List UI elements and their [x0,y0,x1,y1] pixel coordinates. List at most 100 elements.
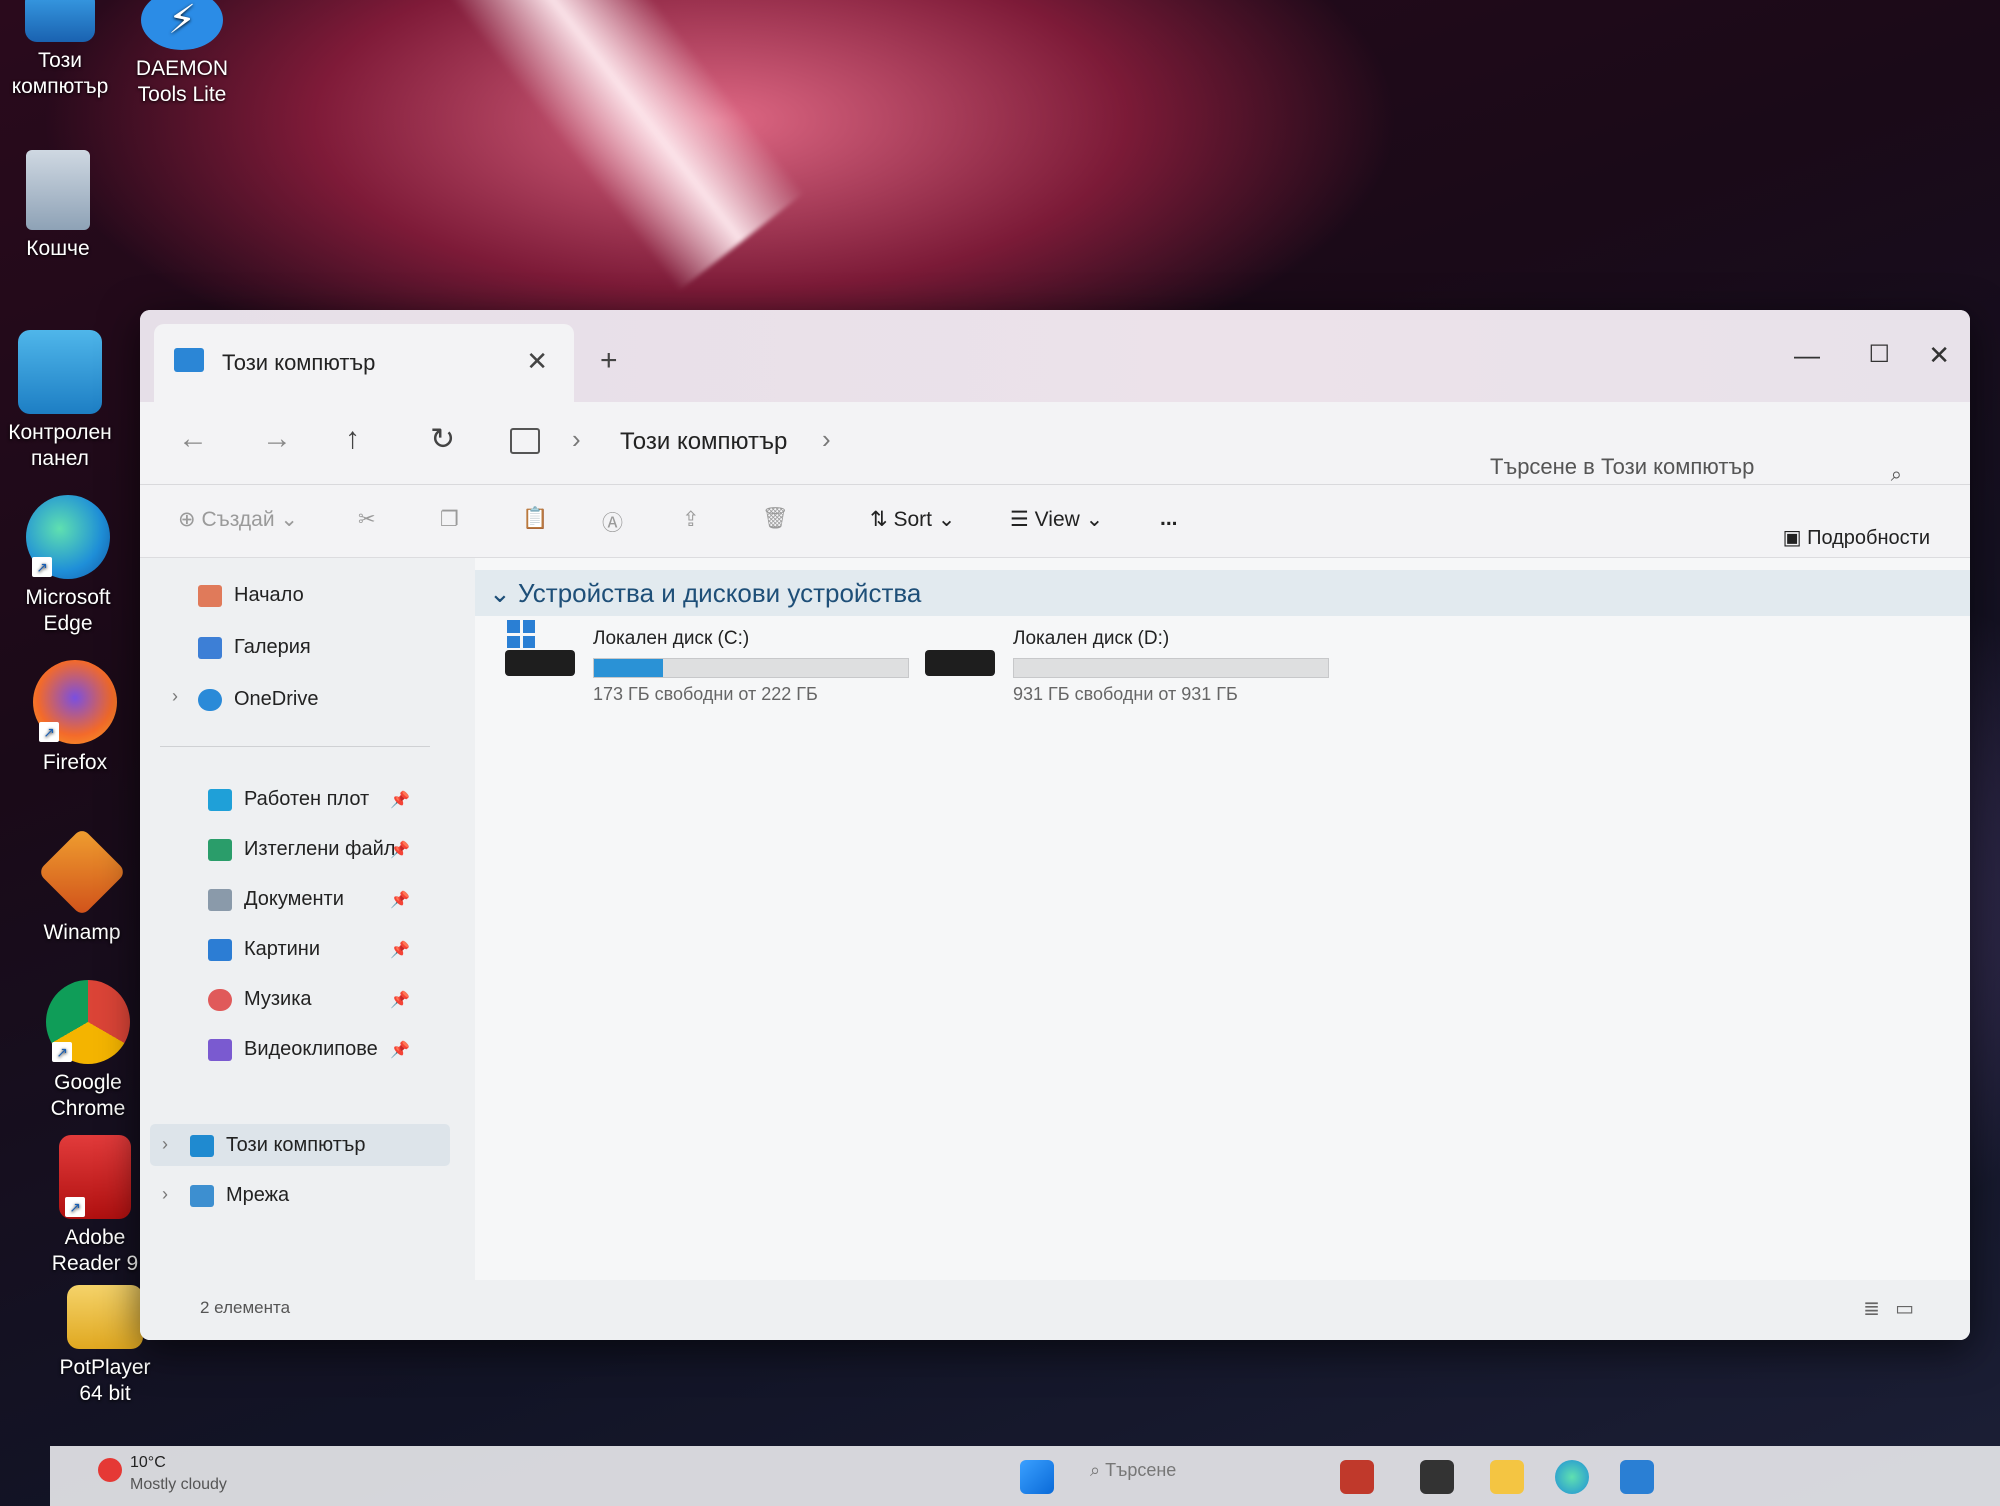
view-label: View [1034,508,1080,531]
desktop-icon-firefox[interactable]: ↗ Firefox [5,660,145,776]
document-icon [208,888,232,911]
shortcut-arrow-icon: ↗ [32,557,52,577]
more-options-button[interactable]: ... [1160,507,1178,531]
sidebar-item-onedrive[interactable]: OneDrive [198,682,318,716]
command-bar: ⊕ Създай ⌄ ✂ ❐ 📋 Ⓐ ⇪ 🗑 ⇅ Sort ⌄ ☰ View ⌄… [140,485,1970,558]
recycle-bin-icon [26,150,90,230]
sidebar-item-label: Видеоклипове [244,1038,378,1060]
pin-icon[interactable]: 📌 [390,990,410,1010]
monitor-icon[interactable] [510,428,540,454]
windows-logo-icon [507,620,535,648]
sort-button[interactable]: ⇅ Sort ⌄ [870,507,955,532]
lightning-icon: ⚡ [141,0,223,50]
weather-alert-icon[interactable] [98,1458,122,1482]
desktop-icon-edge[interactable]: ↗ Microsoft Edge [0,495,138,637]
chrome-icon: ↗ [46,980,130,1064]
taskbar-search[interactable]: ⌕ Търсене [1090,1460,1176,1481]
pin-icon[interactable]: 📌 [390,790,410,810]
file-explorer-icon[interactable] [1490,1460,1524,1494]
pin-icon[interactable]: 📌 [390,840,410,860]
tab-this-pc[interactable]: Този компютър ✕ [154,324,574,402]
breadcrumb-this-pc[interactable]: Този компютър [620,428,787,456]
cut-icon[interactable]: ✂ [358,507,376,532]
share-icon[interactable]: ⇪ [682,507,700,532]
desktop-icon-daemon-tools[interactable]: ⚡ DAEMON Tools Lite [112,0,252,108]
desktop-icon-control-panel[interactable]: Контролен панел [0,330,130,472]
desktop-icon-recycle-bin[interactable]: Кошче [0,150,128,262]
forward-arrow-icon[interactable]: → [262,422,292,456]
control-panel-icon [18,330,102,414]
item-count: 2 елемента [200,1298,291,1317]
store-icon[interactable] [1620,1460,1654,1494]
start-windows-icon[interactable] [1020,1460,1054,1494]
monitor-icon [190,1134,214,1157]
desktop-icon-label: Този компютър [11,49,109,98]
view-button[interactable]: ☰ View ⌄ [1010,507,1103,532]
video-icon [208,1038,232,1061]
group-header-devices[interactable]: ⌄ Устройства и дискови устройства [475,570,1970,616]
sidebar-item-documents[interactable]: Документи [208,882,344,916]
sidebar-divider [160,746,430,747]
maximize-icon[interactable]: ☐ [1868,340,1890,369]
pin-icon[interactable]: 📌 [390,890,410,910]
weather-temperature[interactable]: 10°C [130,1454,166,1472]
group-title: ⌄ Устройства и дискови устройства [489,578,922,608]
pin-icon[interactable]: 📌 [390,940,410,960]
hard-drive-icon [925,650,995,676]
list-view-icon[interactable]: ≣ [1863,1296,1880,1321]
close-window-icon[interactable]: ✕ [1928,340,1950,371]
status-bar: 2 елемента ≣ ▭ [140,1280,1970,1340]
sidebar-item-downloads[interactable]: Изтеглени файл [208,832,395,866]
new-button[interactable]: ⊕ Създай ⌄ [178,507,298,532]
sidebar-item-gallery[interactable]: Галерия [198,630,311,664]
desktop-icon-this-pc[interactable]: Този компютър [0,0,130,100]
drive-c[interactable]: Локален диск (C:) 173 ГБ свободни от 222… [505,620,909,718]
drive-name: Локален диск (C:) [593,628,750,649]
download-icon [208,838,232,861]
hard-drive-icon [505,650,575,676]
home-icon [198,584,222,607]
delete-icon[interactable]: 🗑 [762,507,789,531]
drive-d[interactable]: Локален диск (D:) 931 ГБ свободни от 931… [925,628,1329,718]
edge-icon[interactable] [1555,1460,1589,1494]
minimize-icon[interactable]: — [1794,340,1820,371]
chevron-right-icon[interactable]: › [172,686,178,707]
desktop-icon-winamp[interactable]: Winamp [12,827,152,946]
new-tab-button[interactable]: + [600,344,618,378]
desktop-icon-chrome[interactable]: ↗ Google Chrome [18,980,158,1122]
drive-usage-bar [593,658,909,678]
rename-icon[interactable]: Ⓐ [602,507,623,537]
desktop-icon-label: DAEMON Tools Lite [135,57,229,106]
sidebar-item-videos[interactable]: Видеоклипове [208,1032,378,1066]
drive-usage-fill [594,659,664,677]
search-placeholder: Търсене в Този компютър [1490,454,1755,479]
up-arrow-icon[interactable]: ↑ [345,422,360,456]
drive-name: Локален диск (D:) [1013,628,1170,649]
paste-icon[interactable]: 📋 [522,507,548,531]
desktop-icon-label: Winamp [43,921,121,944]
chevron-right-icon[interactable]: › [162,1134,168,1155]
sidebar-item-music[interactable]: Музика [208,982,312,1016]
desktop-icon-label: Firefox [42,751,108,774]
shortcut-arrow-icon: ↗ [65,1197,85,1217]
refresh-icon[interactable]: ↻ [430,422,455,457]
sidebar-item-home[interactable]: Начало [198,578,304,612]
music-icon [208,988,232,1011]
sidebar-item-network[interactable]: Мрежа [190,1178,289,1212]
task-view-icon[interactable] [1420,1460,1454,1494]
copy-icon[interactable]: ❐ [440,507,459,532]
chevron-right-icon[interactable]: › [822,424,831,455]
pin-icon[interactable]: 📌 [390,1040,410,1060]
tiles-view-icon[interactable]: ▭ [1895,1296,1914,1321]
desktop-icon-label: Google Chrome [50,1071,126,1120]
desktop-icon-label: Adobe Reader 9 [51,1226,139,1275]
close-tab-icon[interactable]: ✕ [526,346,548,377]
details-pane-button[interactable]: ▣ Подробности [1783,525,1930,550]
chevron-right-icon[interactable]: › [162,1184,168,1205]
sidebar-item-pictures[interactable]: Картини [208,932,320,966]
back-arrow-icon[interactable]: ← [178,422,208,456]
taskbar-app-icon[interactable] [1340,1460,1374,1494]
sidebar-item-desktop[interactable]: Работен плот [208,782,369,816]
edge-icon: ↗ [26,495,110,579]
sidebar-item-this-pc[interactable]: Този компютър [190,1128,365,1162]
